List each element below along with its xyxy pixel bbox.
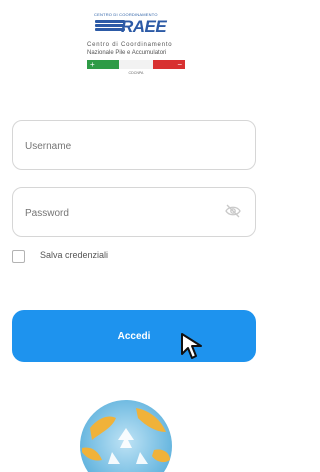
username-field[interactable] <box>12 120 256 170</box>
logo-plus: + <box>87 60 119 69</box>
logo-minus: − <box>153 60 185 69</box>
eye-off-icon[interactable] <box>225 204 241 218</box>
logo-title-line2: Nazionale Pile e Accumulatori <box>87 50 167 56</box>
mouse-pointer-icon <box>181 333 202 359</box>
password-input[interactable] <box>23 202 227 224</box>
logo-wordmark: RAEE <box>121 17 167 36</box>
login-button[interactable]: Accedi <box>12 310 256 362</box>
remember-checkbox[interactable] <box>12 250 25 263</box>
logo-flag: + − <box>87 60 185 69</box>
recycling-globe-icon <box>80 400 172 472</box>
password-field[interactable] <box>12 187 256 237</box>
username-input[interactable] <box>23 135 227 157</box>
cdcnpa-logo: CENTRO DI COORDINAMENTO RAEE Centro di C… <box>81 8 193 78</box>
logo-caption: CDCNPA <box>128 71 144 75</box>
logo-title-line1: Centro di Coordinamento <box>87 42 173 48</box>
remember-label: Salva credenziali <box>40 250 109 260</box>
remember-credentials[interactable]: Salva credenziali <box>12 250 212 266</box>
